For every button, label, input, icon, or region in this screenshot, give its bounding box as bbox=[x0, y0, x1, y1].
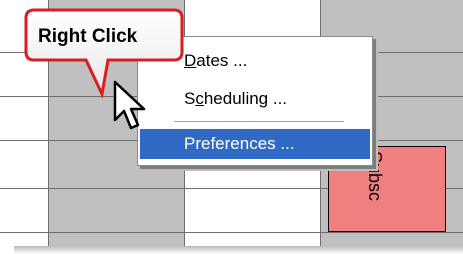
menu-item-dates-label: ates ... bbox=[196, 51, 248, 70]
menu-item-scheduling-accel: c bbox=[195, 89, 204, 108]
right-click-callout: Right Click bbox=[24, 8, 184, 99]
grid-bottom-shadow bbox=[14, 246, 463, 254]
mouse-pointer-icon bbox=[113, 80, 146, 130]
menu-item-scheduling-pre: S bbox=[184, 89, 196, 108]
screenshot-stage: Subsc Dates ... Scheduling ... Preferenc… bbox=[0, 0, 463, 254]
menu-item-preferences[interactable]: Preferences ... bbox=[140, 129, 370, 159]
grid-row-line bbox=[0, 232, 463, 233]
menu-separator bbox=[174, 121, 344, 123]
callout-bubble-shape bbox=[24, 8, 184, 99]
callout-label: Right Click bbox=[38, 26, 138, 47]
menu-item-dates-accel: D bbox=[184, 51, 197, 70]
menu-item-preferences-label: Preferences ... bbox=[184, 134, 295, 153]
menu-item-scheduling-label: heduling ... bbox=[203, 89, 288, 108]
